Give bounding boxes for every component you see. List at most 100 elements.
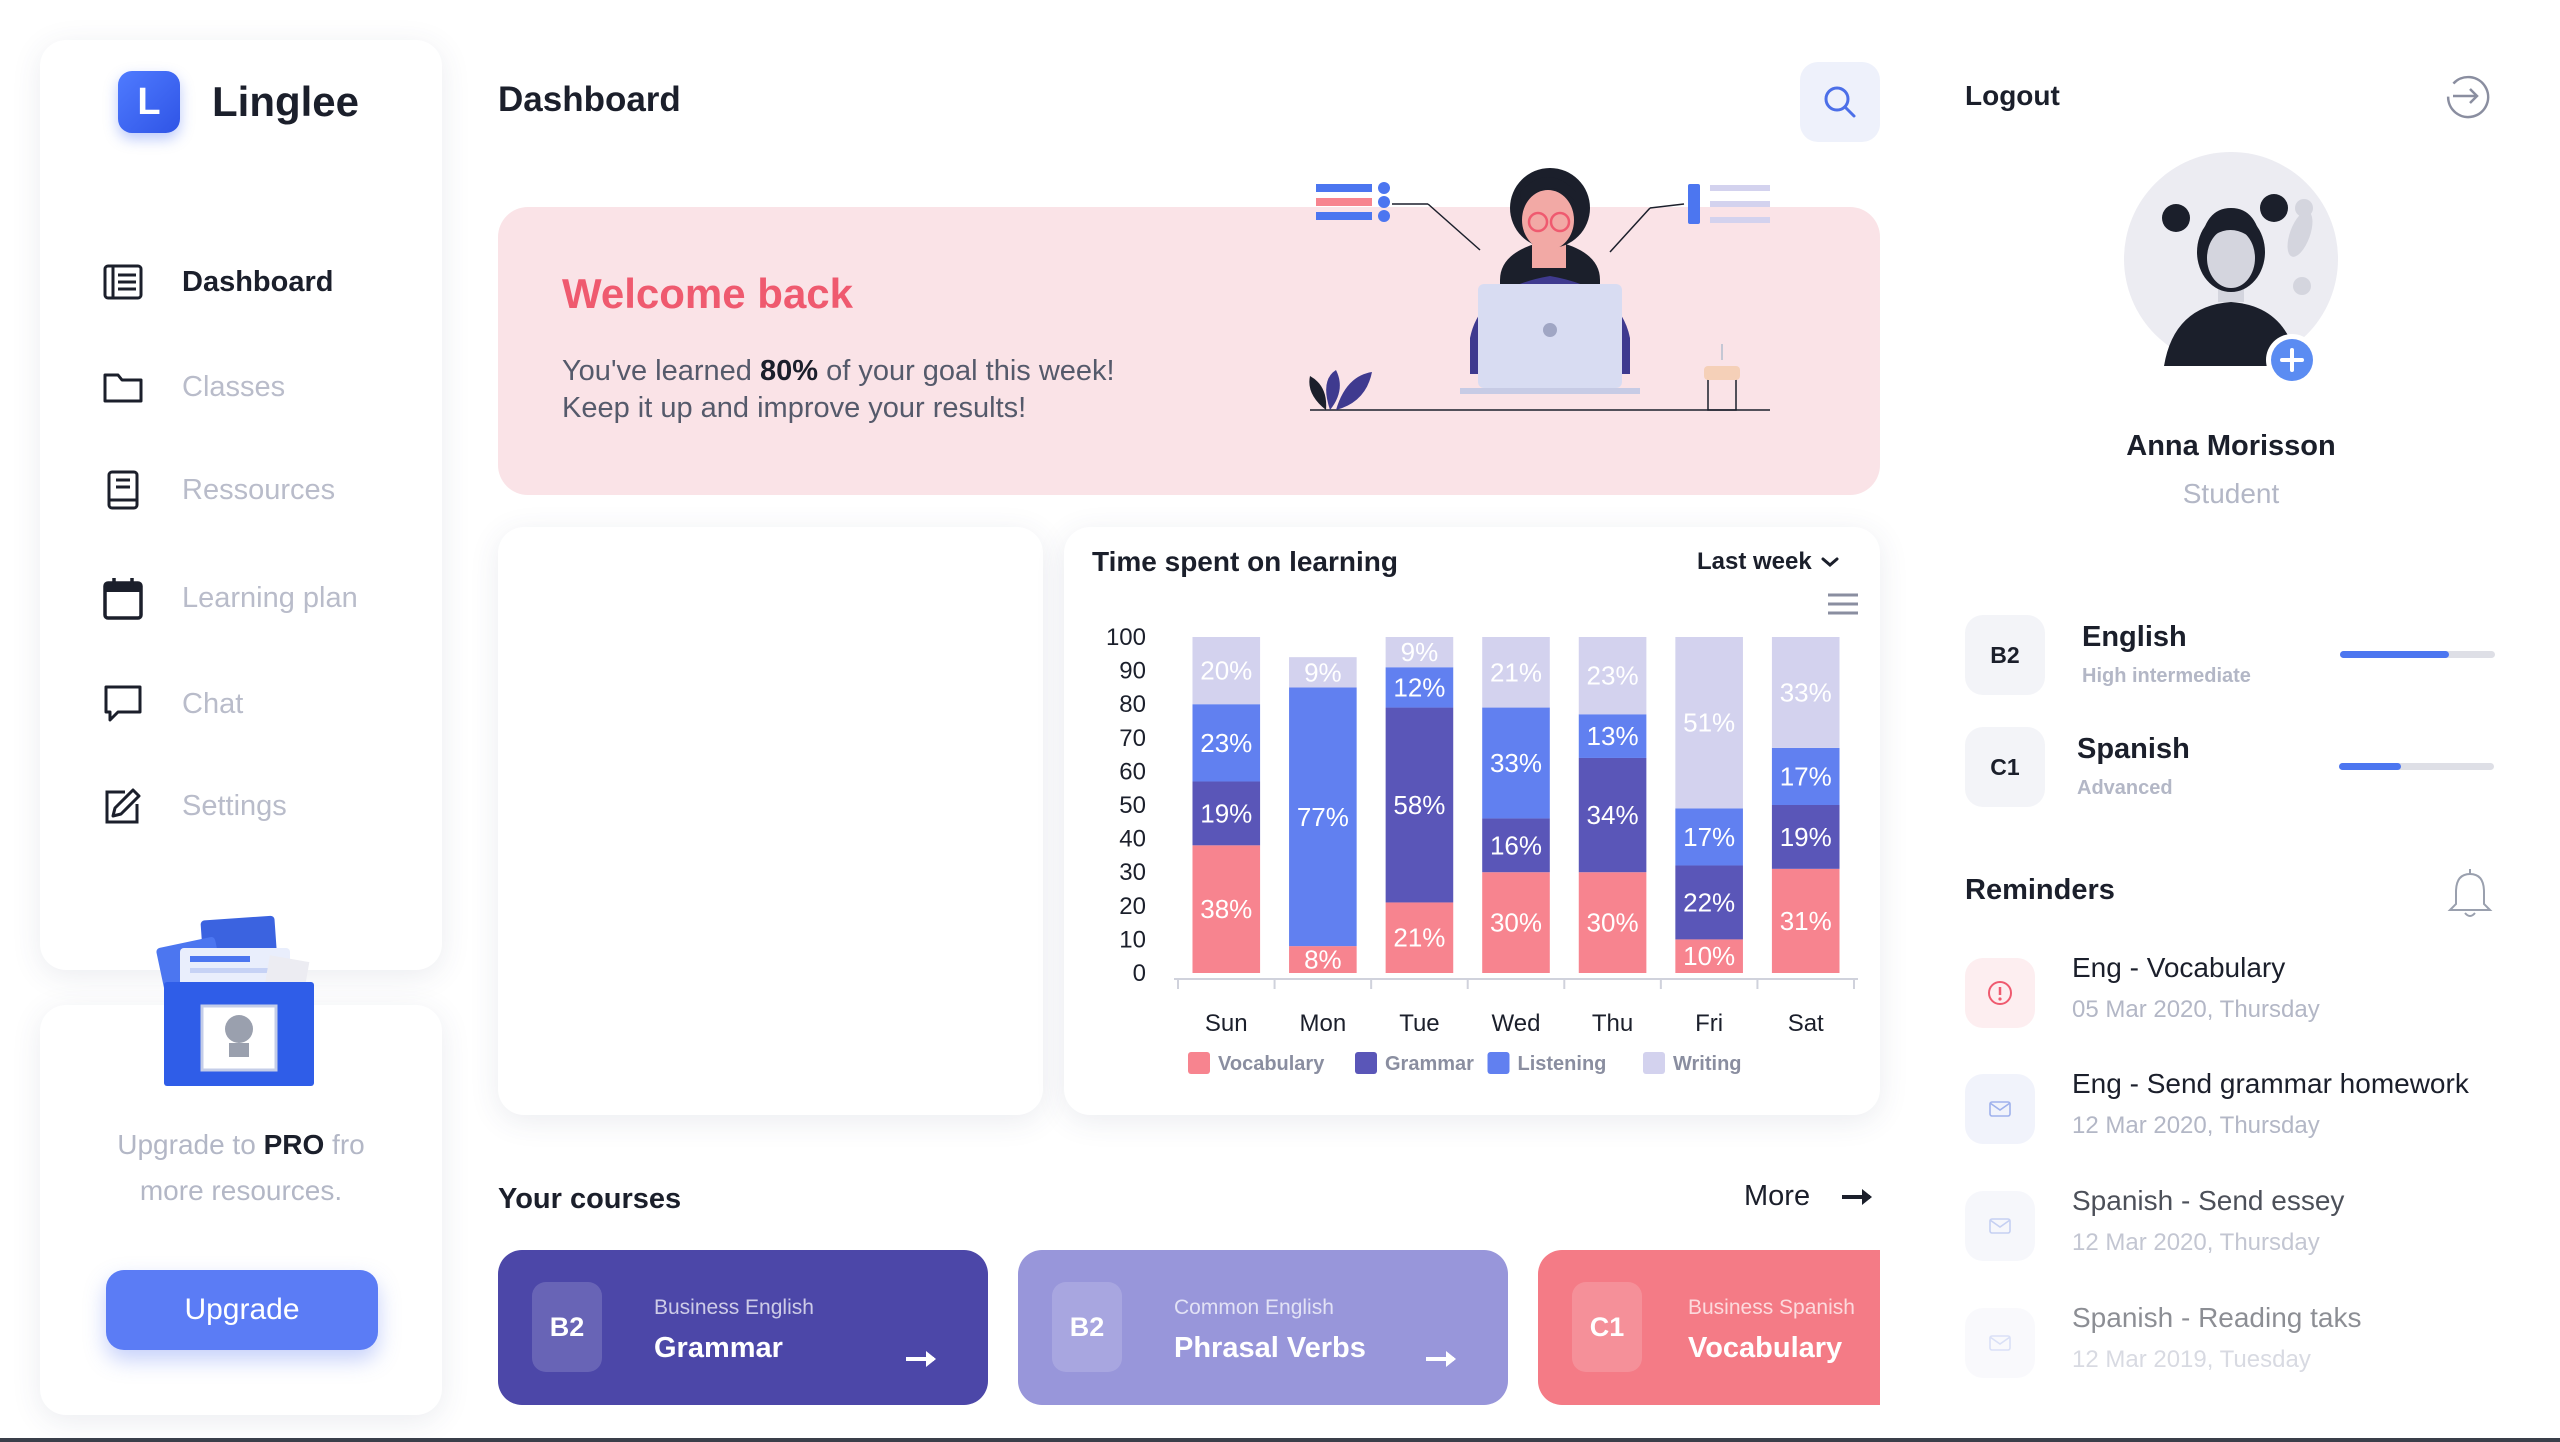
sidebar-item-settings[interactable]: Settings [100, 776, 420, 836]
course-name: Grammar [654, 1332, 783, 1364]
data-label: 51% [1683, 708, 1735, 738]
reminder-title: Spanish - Reading taks [2072, 1302, 2362, 1333]
dashboard-icon [100, 259, 146, 305]
arrow-right-icon [1842, 1188, 1873, 1205]
y-tick-label: 90 [1119, 658, 1146, 685]
sidebar-item-learning-plan[interactable]: Learning plan [100, 568, 420, 628]
data-label: 13% [1587, 721, 1639, 751]
reminders-title: Reminders [1965, 874, 2115, 906]
chart-title: Time spent on learning [1092, 546, 1398, 577]
sidebar-item-label: Classes [182, 370, 286, 403]
bell-icon[interactable] [2447, 868, 2493, 920]
mail-icon [1965, 1308, 2035, 1378]
y-tick-label: 60 [1119, 758, 1146, 785]
stacked-bar-chart: 0 10 20 30 40 50 60 70 80 90 100 38% 19% 23% 20% Sun 8% 7… [1106, 624, 1858, 1075]
x-tick-label: Thu [1592, 1010, 1633, 1037]
language-description: High intermediate [2082, 665, 2251, 687]
data-label: 23% [1587, 661, 1639, 691]
y-tick-label: 40 [1119, 826, 1146, 853]
reminder-item[interactable]: Eng - Vocabulary 05 Mar 2020, Thursday [1965, 952, 2505, 1032]
data-label: 21% [1490, 657, 1542, 687]
data-label: 30% [1587, 908, 1639, 938]
brand[interactable]: L Linglee [118, 70, 359, 134]
data-label: 33% [1490, 748, 1542, 778]
sidebar-item-chat[interactable]: Chat [100, 674, 420, 734]
legend-label: Grammar [1385, 1053, 1474, 1075]
more-link[interactable]: More [1744, 1180, 1876, 1213]
data-label: 34% [1587, 800, 1639, 830]
legend-label: Writing [1673, 1053, 1742, 1075]
course-card[interactable]: B2 Common English Phrasal Verbs [1018, 1250, 1508, 1405]
chat-icon [100, 681, 146, 727]
reminder-title: Eng - Vocabulary [2072, 952, 2286, 983]
sidebar-item-label: Settings [182, 789, 287, 822]
data-label: 21% [1393, 923, 1445, 953]
arrow-right-icon [906, 1351, 936, 1367]
language-name: English [2082, 621, 2187, 653]
progress-fill [2339, 763, 2401, 770]
y-tick-label: 100 [1106, 624, 1146, 651]
sidebar-item-dashboard[interactable]: Dashboard [100, 252, 420, 312]
data-label: 77% [1297, 802, 1349, 832]
data-label: 58% [1393, 790, 1445, 820]
language-description: Advanced [2077, 777, 2173, 799]
reminder-date: 12 Mar 2019, Tuesday [2072, 1346, 2311, 1373]
reminder-item[interactable]: Spanish - Reading taks 12 Mar 2019, Tues… [1965, 1302, 2505, 1382]
add-photo-button[interactable] [2264, 332, 2320, 388]
x-tick-label: Fri [1695, 1010, 1723, 1037]
y-tick-label: 70 [1119, 725, 1146, 752]
reminder-date: 12 Mar 2020, Thursday [2072, 1112, 2320, 1139]
language-progress-bar [2339, 763, 2494, 770]
reminder-item[interactable]: Eng - Send grammar homework 12 Mar 2020,… [1965, 1068, 2505, 1148]
arrow-right-icon [1426, 1351, 1456, 1367]
legend-swatch [1487, 1052, 1510, 1074]
x-tick-label: Sat [1788, 1010, 1824, 1037]
sidebar-item-classes[interactable]: Classes [100, 357, 420, 417]
legend-swatch [1188, 1052, 1210, 1074]
data-label: 12% [1393, 672, 1445, 702]
data-label: 30% [1490, 908, 1542, 938]
data-label: 10% [1683, 941, 1735, 971]
page-title: Dashboard [498, 80, 681, 119]
data-label: 19% [1780, 822, 1832, 852]
legend-swatch [1355, 1052, 1377, 1074]
language-level: C1 [1965, 727, 2045, 807]
upgrade-text: Upgrade to PRO fro more resources. [117, 1129, 365, 1206]
course-card[interactable]: C1 Business Spanish Vocabulary [1538, 1250, 1880, 1405]
profile-role: Student [2182, 478, 2280, 509]
welcome-message: You've learned 80% of your goal this wee… [562, 355, 1115, 387]
range-select[interactable]: Last week [1697, 548, 1840, 576]
logout-link[interactable]: Logout [1965, 80, 2060, 112]
edit-icon [100, 783, 146, 829]
y-tick-label: 10 [1119, 926, 1146, 953]
sidebar-item-resources[interactable]: Ressources [100, 460, 420, 520]
upgrade-button[interactable]: Upgrade [106, 1270, 378, 1350]
empty-widget [498, 527, 1043, 1115]
course-subtitle: Business Spanish [1688, 1296, 1855, 1319]
app-name: Linglee [212, 78, 360, 125]
course-level: B2 [532, 1282, 602, 1372]
upgrade-illustration [156, 915, 314, 1086]
data-label: 17% [1780, 761, 1832, 791]
data-label: 9% [1304, 657, 1342, 687]
language-level: B2 [1965, 615, 2045, 695]
y-tick-label: 0 [1133, 960, 1146, 987]
reminder-title: Eng - Send grammar homework [2072, 1068, 2469, 1099]
search-button[interactable] [1800, 62, 1880, 142]
x-tick-label: Tue [1399, 1010, 1439, 1037]
language-row-english[interactable]: B2 English High intermediate [1965, 615, 2495, 695]
mail-icon [1965, 1191, 2035, 1261]
logout-icon[interactable] [2443, 72, 2491, 120]
course-subtitle: Business English [654, 1296, 814, 1319]
language-name: Spanish [2077, 733, 2190, 765]
data-label: 33% [1780, 677, 1832, 707]
reminder-date: 05 Mar 2020, Thursday [2072, 996, 2320, 1023]
data-label: 22% [1683, 887, 1735, 917]
course-card[interactable]: B2 Business English Grammar [498, 1250, 988, 1405]
data-label: 16% [1490, 830, 1542, 860]
legend-label: Listening [1518, 1053, 1607, 1075]
data-label: 31% [1780, 906, 1832, 936]
language-row-spanish[interactable]: C1 Spanish Advanced [1965, 727, 2495, 807]
reminder-item[interactable]: Spanish - Send essey 12 Mar 2020, Thursd… [1965, 1185, 2505, 1265]
data-label: 9% [1401, 637, 1439, 667]
